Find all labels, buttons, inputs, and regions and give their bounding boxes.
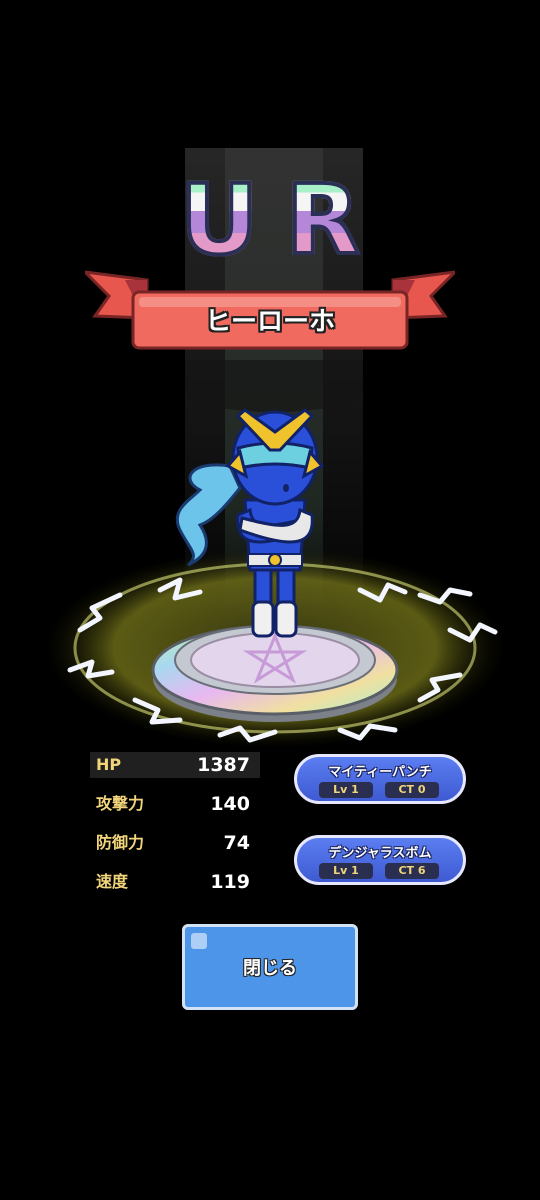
stat-label-speed: 速度 [96,872,129,891]
stat-value-attack: 140 [210,793,250,815]
stat-value-hp: 1387 [197,754,250,776]
hero-name: ヒーローホ [204,307,335,337]
close-button-label: 閉じる [243,958,297,979]
skill-level: Lv 1 [319,863,373,879]
skill-name: デンジャラスボム [328,846,432,861]
stat-value-defense: 74 [223,832,250,854]
stat-label-attack: 攻撃力 [96,794,145,813]
stat-label-hp: HP [96,755,122,774]
rarity-letter-r: R [284,163,362,277]
rarity-label: U R [0,163,540,277]
skill-cooltime: CT 6 [385,863,439,879]
skill-level: Lv 1 [319,782,373,798]
close-button[interactable]: 閉じる [182,924,358,1010]
summon-stage [45,408,505,748]
skill-badge-dangerous-bomb[interactable]: デンジャラスボム Lv 1 CT 6 [294,835,466,885]
skill-name: マイティーパンチ [328,765,432,780]
stat-value-speed: 119 [210,871,250,893]
stat-label-defense: 防御力 [96,833,145,852]
rarity-letter-u: U [178,163,260,277]
skill-badge-mighty-punch[interactable]: マイティーパンチ Lv 1 CT 0 [294,754,466,804]
skill-cooltime: CT 0 [385,782,439,798]
